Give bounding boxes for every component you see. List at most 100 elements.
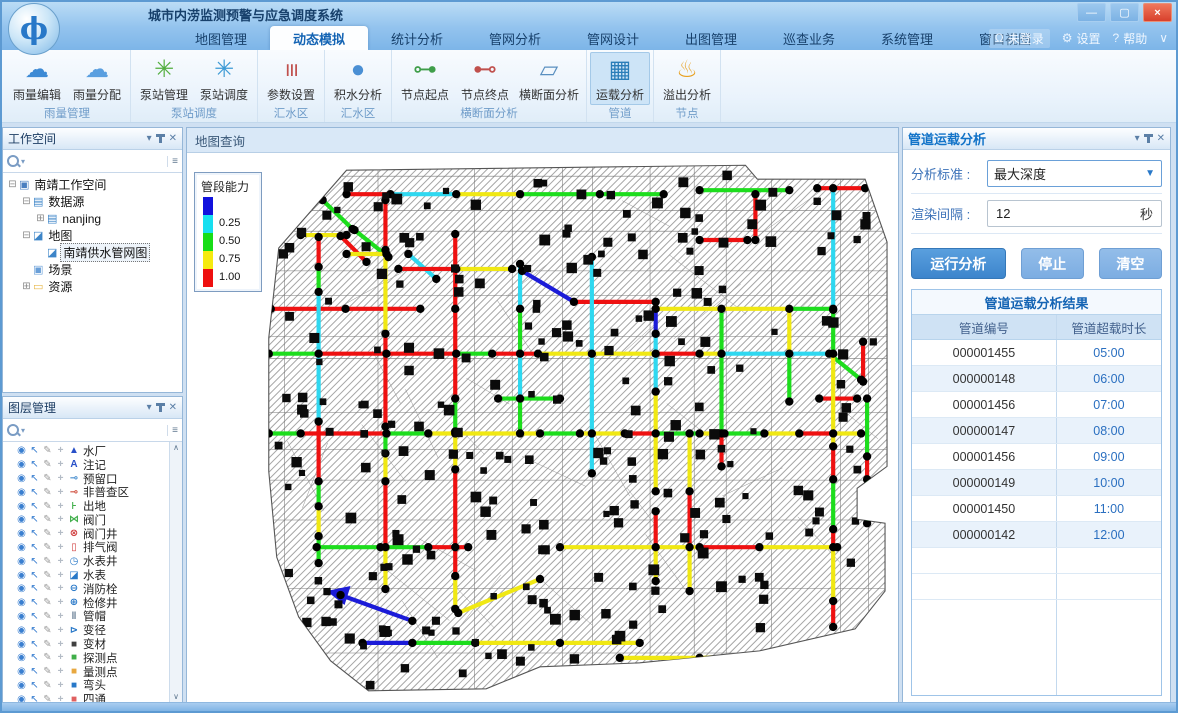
visibility-eye-icon[interactable]: ◉ [15, 694, 28, 702]
ribbon-button-运载分析[interactable]: ▦运载分析 [590, 52, 650, 105]
tab-管网设计[interactable]: 管网设计 [564, 26, 662, 50]
menu-未登录[interactable]: Ω未登录 [989, 29, 1050, 48]
collapse-icon[interactable]: ▾ [147, 134, 152, 144]
select-pointer-icon[interactable]: ↖ [28, 666, 41, 677]
ribbon-button-节点起点[interactable]: ⊶节点起点 [395, 52, 455, 105]
locate-crosshair-icon[interactable]: + [54, 514, 67, 525]
menu-帮助[interactable]: ?帮助 [1113, 30, 1148, 47]
menu-设置[interactable]: ⚙设置 [1062, 30, 1101, 47]
select-pointer-icon[interactable]: ↖ [28, 487, 41, 498]
visibility-eye-icon[interactable]: ◉ [15, 445, 28, 456]
tree-expand-icon[interactable]: ⊟ [21, 230, 32, 241]
select-pointer-icon[interactable]: ↖ [28, 570, 41, 581]
locate-crosshair-icon[interactable]: + [54, 459, 67, 470]
edit-pencil-icon[interactable]: ✎ [41, 487, 54, 498]
interval-input[interactable]: 12 秒 [987, 200, 1162, 227]
select-pointer-icon[interactable]: ↖ [28, 556, 41, 567]
select-pointer-icon[interactable]: ↖ [28, 639, 41, 650]
select-pointer-icon[interactable]: ↖ [28, 445, 41, 456]
edit-pencil-icon[interactable]: ✎ [41, 556, 54, 567]
tree-expand-icon[interactable]: ⊟ [21, 196, 32, 207]
ribbon-button-泵站管理[interactable]: ✳泵站管理 [134, 52, 194, 105]
tab-巡查业务[interactable]: 巡查业务 [760, 26, 858, 50]
visibility-eye-icon[interactable]: ◉ [15, 556, 28, 567]
layers-scrollbar[interactable]: ∧ ∨ [169, 442, 182, 702]
tree-expand-icon[interactable]: ⊟ [7, 179, 18, 190]
collapse-icon[interactable]: ▾ [1135, 134, 1140, 144]
edit-pencil-icon[interactable]: ✎ [41, 611, 54, 622]
edit-pencil-icon[interactable]: ✎ [41, 542, 54, 553]
tab-出图管理[interactable]: 出图管理 [662, 26, 760, 50]
table-row[interactable]: 00000145609:00 [912, 444, 1161, 470]
visibility-eye-icon[interactable]: ◉ [15, 487, 28, 498]
edit-pencil-icon[interactable]: ✎ [41, 583, 54, 594]
edit-pencil-icon[interactable]: ✎ [41, 473, 54, 484]
locate-crosshair-icon[interactable]: + [54, 680, 67, 691]
visibility-eye-icon[interactable]: ◉ [15, 528, 28, 539]
chevron-down-icon[interactable]: ∨ [1159, 31, 1168, 45]
collapse-icon[interactable]: ▾ [147, 403, 152, 413]
ribbon-button-泵站调度[interactable]: ✳泵站调度 [194, 52, 254, 105]
select-pointer-icon[interactable]: ↖ [28, 501, 41, 512]
tree-item-地图[interactable]: ⊟◪地图 [7, 227, 182, 244]
stop-button[interactable]: 停止 [1021, 248, 1084, 279]
tree-item-数据源[interactable]: ⊟▤数据源 [7, 193, 182, 210]
locate-crosshair-icon[interactable]: + [54, 694, 67, 702]
select-pointer-icon[interactable]: ↖ [28, 694, 41, 702]
visibility-eye-icon[interactable]: ◉ [15, 583, 28, 594]
ribbon-button-雨量编辑[interactable]: ☁雨量编辑 [7, 52, 67, 105]
table-row[interactable]: 00000014910:00 [912, 470, 1161, 496]
edit-pencil-icon[interactable]: ✎ [41, 694, 54, 702]
select-pointer-icon[interactable]: ↖ [28, 542, 41, 553]
locate-crosshair-icon[interactable]: + [54, 652, 67, 663]
select-pointer-icon[interactable]: ↖ [28, 625, 41, 636]
map-canvas[interactable]: 管段能力 0.250.500.751.00 [187, 153, 898, 702]
close-panel-icon[interactable]: ✕ [169, 134, 177, 144]
locate-crosshair-icon[interactable]: + [54, 611, 67, 622]
locate-crosshair-icon[interactable]: + [54, 542, 67, 553]
table-row[interactable]: 00000014212:00 [912, 522, 1161, 548]
pin-icon[interactable] [159, 403, 162, 412]
locate-crosshair-icon[interactable]: + [54, 639, 67, 650]
locate-crosshair-icon[interactable]: + [54, 570, 67, 581]
workspace-search-input[interactable] [29, 153, 163, 169]
ribbon-button-节点终点[interactable]: ⊷节点终点 [455, 52, 515, 105]
visibility-eye-icon[interactable]: ◉ [15, 680, 28, 691]
visibility-eye-icon[interactable]: ◉ [15, 597, 28, 608]
table-row[interactable]: 00000014708:00 [912, 418, 1161, 444]
select-pointer-icon[interactable]: ↖ [28, 528, 41, 539]
edit-pencil-icon[interactable]: ✎ [41, 666, 54, 677]
edit-pencil-icon[interactable]: ✎ [41, 597, 54, 608]
select-pointer-icon[interactable]: ↖ [28, 459, 41, 470]
edit-pencil-icon[interactable]: ✎ [41, 652, 54, 663]
tab-动态模拟[interactable]: 动态模拟 [270, 26, 368, 50]
visibility-eye-icon[interactable]: ◉ [15, 652, 28, 663]
tree-item-场景[interactable]: ▣场景 [7, 261, 182, 278]
select-pointer-icon[interactable]: ↖ [28, 514, 41, 525]
select-pointer-icon[interactable]: ↖ [28, 597, 41, 608]
scroll-up-icon[interactable]: ∧ [173, 443, 179, 452]
maximize-icon[interactable]: ▢ [1110, 3, 1139, 22]
tree-expand-icon[interactable]: ⊞ [35, 213, 46, 224]
tree-item-nanjing[interactable]: ⊞▤nanjing [7, 210, 182, 227]
search-caret-icon[interactable]: ▾ [21, 426, 25, 435]
tree-item-资源[interactable]: ⊞▭资源 [7, 278, 182, 295]
locate-crosshair-icon[interactable]: + [54, 666, 67, 677]
layer-name[interactable]: 四通 [83, 691, 106, 702]
ribbon-button-溢出分析[interactable]: ♨溢出分析 [657, 52, 717, 105]
visibility-eye-icon[interactable]: ◉ [15, 639, 28, 650]
tree-item-南靖工作空间[interactable]: ⊟▣南靖工作空间 [7, 176, 182, 193]
locate-crosshair-icon[interactable]: + [54, 487, 67, 498]
visibility-eye-icon[interactable]: ◉ [15, 459, 28, 470]
close-icon[interactable]: × [1143, 3, 1172, 22]
select-pointer-icon[interactable]: ↖ [28, 680, 41, 691]
table-row[interactable]: 00000145011:00 [912, 496, 1161, 522]
locate-crosshair-icon[interactable]: + [54, 583, 67, 594]
edit-pencil-icon[interactable]: ✎ [41, 501, 54, 512]
criteria-select[interactable]: 最大深度 ▼ [987, 160, 1162, 187]
tab-管网分析[interactable]: 管网分析 [466, 26, 564, 50]
clear-button[interactable]: 清空 [1099, 248, 1162, 279]
edit-pencil-icon[interactable]: ✎ [41, 625, 54, 636]
search-caret-icon[interactable]: ▾ [21, 157, 25, 166]
edit-pencil-icon[interactable]: ✎ [41, 445, 54, 456]
